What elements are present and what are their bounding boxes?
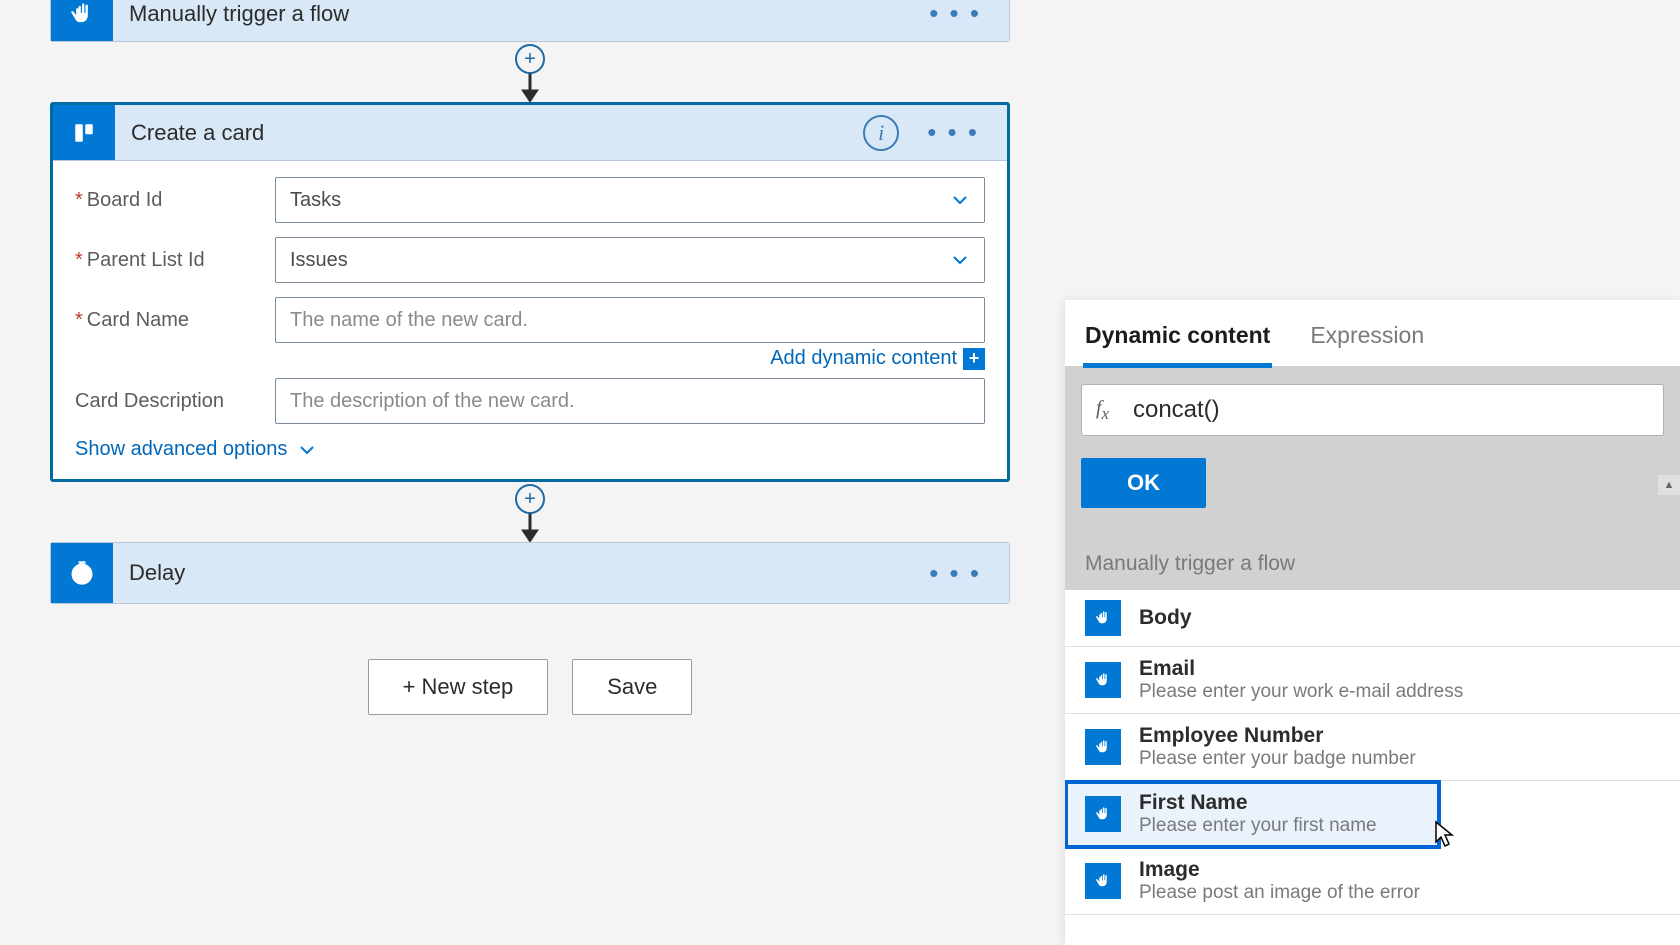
trigger-title: Manually trigger a flow xyxy=(113,1,929,27)
tab-dynamic-content[interactable]: Dynamic content xyxy=(1083,310,1272,368)
board-id-select[interactable]: Tasks xyxy=(275,177,985,223)
tab-expression[interactable]: Expression xyxy=(1308,310,1426,366)
new-step-button[interactable]: + New step xyxy=(368,659,549,715)
add-step-button[interactable]: + xyxy=(515,484,545,514)
delay-title: Delay xyxy=(113,560,929,586)
expression-panel: Dynamic content Expression fx concat() O… xyxy=(1065,300,1680,945)
hand-icon xyxy=(1085,600,1121,636)
step-trigger[interactable]: Manually trigger a flow • • • xyxy=(50,0,1010,42)
step-create-card[interactable]: Create a card i • • • *Board Id Tasks *P… xyxy=(50,102,1010,482)
board-id-label: *Board Id xyxy=(75,189,275,212)
dynamic-item-body[interactable]: Body xyxy=(1065,590,1680,647)
chevron-down-icon xyxy=(950,250,970,270)
scroll-up-icon[interactable]: ▲ xyxy=(1658,475,1680,495)
chevron-down-icon xyxy=(297,440,317,460)
more-icon[interactable]: • • • xyxy=(929,558,981,589)
hand-icon xyxy=(51,0,113,41)
add-step-button[interactable]: + xyxy=(515,44,545,74)
show-advanced-button[interactable]: Show advanced options xyxy=(75,438,985,461)
mouse-cursor-icon xyxy=(1432,820,1458,848)
plus-icon: + xyxy=(963,348,985,370)
clock-icon xyxy=(51,543,113,603)
chevron-down-icon xyxy=(950,190,970,210)
connector-arrow-icon xyxy=(520,510,540,542)
save-button[interactable]: Save xyxy=(572,659,692,715)
hand-icon xyxy=(1085,863,1121,899)
more-icon[interactable]: • • • xyxy=(929,0,981,29)
dynamic-item-employee-number[interactable]: Employee NumberPlease enter your badge n… xyxy=(1065,714,1680,781)
fx-icon: fx xyxy=(1096,397,1109,424)
create-card-title: Create a card xyxy=(115,120,863,146)
expression-input[interactable]: fx concat() xyxy=(1081,384,1664,436)
add-dynamic-content-button[interactable]: Add dynamic content + xyxy=(770,347,985,370)
card-desc-label: Card Description xyxy=(75,390,275,413)
dynamic-item-email[interactable]: EmailPlease enter your work e-mail addre… xyxy=(1065,647,1680,714)
hand-icon xyxy=(1085,729,1121,765)
info-icon[interactable]: i xyxy=(863,115,899,151)
parent-list-label: *Parent List Id xyxy=(75,249,275,272)
step-delay[interactable]: Delay • • • xyxy=(50,542,1010,604)
hand-icon xyxy=(1085,796,1121,832)
card-name-label: *Card Name xyxy=(75,309,275,332)
card-desc-input[interactable]: The description of the new card. xyxy=(275,378,985,424)
more-icon[interactable]: • • • xyxy=(927,117,979,148)
dynamic-item-image[interactable]: ImagePlease post an image of the error xyxy=(1065,848,1680,915)
dynamic-group-title: Manually trigger a flow xyxy=(1065,538,1680,590)
ok-button[interactable]: OK xyxy=(1081,458,1206,508)
hand-icon xyxy=(1085,662,1121,698)
dynamic-item-first-name[interactable]: First NamePlease enter your first name xyxy=(1065,781,1440,848)
trello-icon xyxy=(53,105,115,160)
connector-arrow-icon xyxy=(520,70,540,102)
parent-list-select[interactable]: Issues xyxy=(275,237,985,283)
card-name-input[interactable]: The name of the new card. xyxy=(275,297,985,343)
